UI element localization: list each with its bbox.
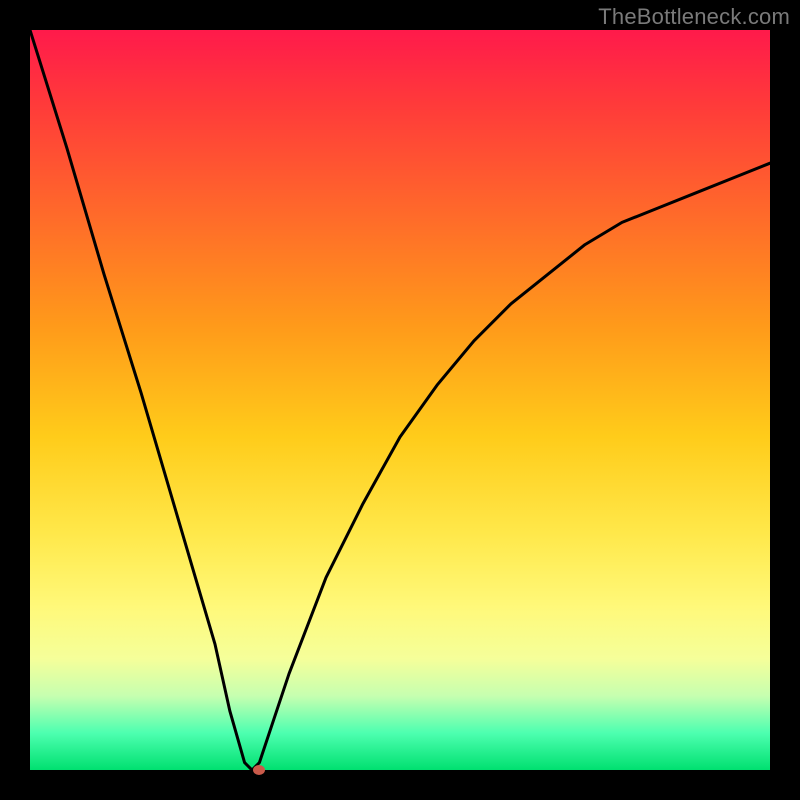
bottleneck-curve-line (30, 30, 770, 770)
minimum-marker (253, 765, 265, 775)
plot-area (30, 30, 770, 770)
chart-frame: TheBottleneck.com (0, 0, 800, 800)
curve-svg (30, 30, 770, 770)
watermark-text: TheBottleneck.com (598, 4, 790, 30)
